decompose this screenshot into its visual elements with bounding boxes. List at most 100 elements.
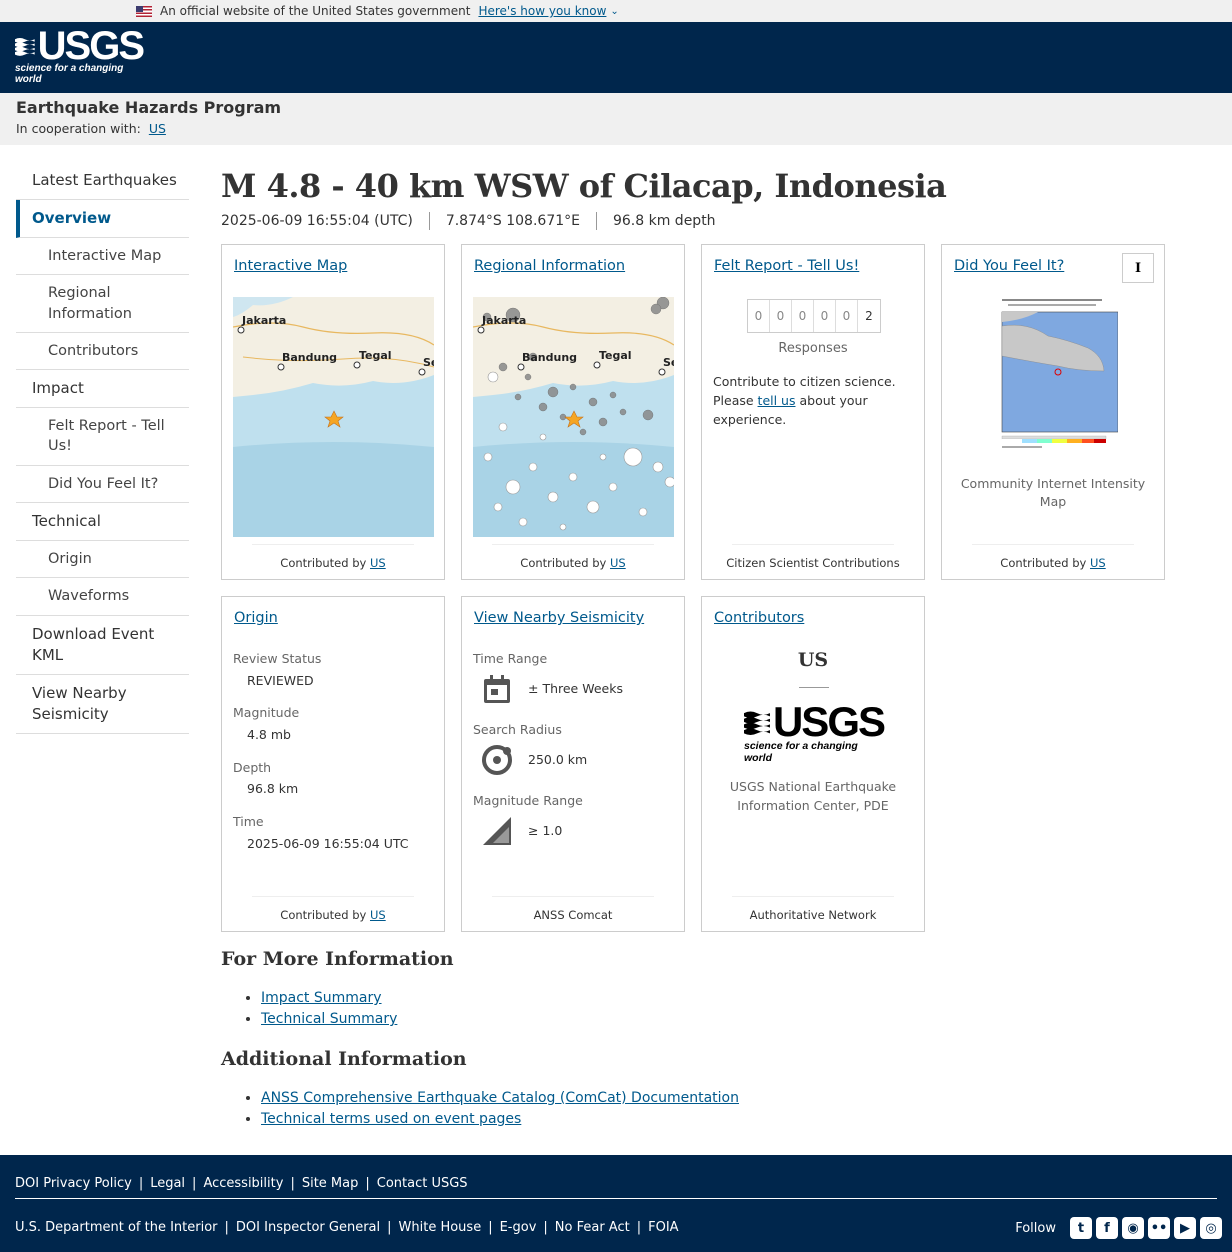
list-item: ANSS Comprehensive Earthquake Catalog (C… <box>261 1088 1121 1109</box>
heres-how-you-know-link[interactable]: Here's how you know <box>478 4 606 18</box>
did-you-feel-it-link[interactable]: Did You Feel It? <box>954 258 1064 274</box>
sidebar-item-technical[interactable]: Technical <box>16 503 189 542</box>
additional-information-list: ANSS Comprehensive Earthquake Catalog (C… <box>261 1088 1121 1130</box>
felt-description: Contribute to citizen science. Please te… <box>713 374 896 427</box>
github-icon[interactable]: ◉ <box>1122 1217 1144 1239</box>
map-label-se: Se <box>663 356 674 369</box>
sidebar-item-regional-information[interactable]: Regional Information <box>16 275 189 333</box>
sidebar-item-impact[interactable]: Impact <box>16 370 189 409</box>
footer-link-legal[interactable]: Legal <box>150 1176 185 1191</box>
sidebar-item-overview[interactable]: Overview <box>16 200 189 238</box>
footer-link-accessibility[interactable]: Accessibility <box>203 1176 283 1191</box>
sidebar-item-latest-earthquakes[interactable]: Latest Earthquakes <box>16 162 189 200</box>
impact-summary-link[interactable]: Impact Summary <box>261 990 382 1006</box>
time-label: Time <box>233 814 264 829</box>
facebook-icon[interactable]: f <box>1096 1217 1118 1239</box>
more-information-list: Impact Summary Technical Summary <box>261 988 1121 1030</box>
more-information-section: For More Information Impact Summary Tech… <box>221 948 1121 1148</box>
usgs-wave-icon <box>15 38 35 56</box>
map-label-bandung: Bandung <box>282 351 337 364</box>
flickr-icon[interactable]: •• <box>1148 1217 1170 1239</box>
usgs-logo-word: USGS <box>37 24 145 68</box>
usgs-contributor-logo: USGS science for a changing world <box>744 701 886 764</box>
chevron-down-icon[interactable]: ⌄ <box>610 6 618 17</box>
card-footer: ANSS Comcat <box>462 896 684 922</box>
tell-us-link[interactable]: tell us <box>758 393 796 408</box>
youtube-icon[interactable]: ▶ <box>1174 1217 1196 1239</box>
counter-digit: 0 <box>836 300 858 332</box>
footer-links-secondary: U.S. Department of the Interior | DOI Ins… <box>15 1220 679 1235</box>
us-flag-icon <box>136 5 152 17</box>
footer-link-inspector-general[interactable]: DOI Inspector General <box>236 1220 380 1235</box>
footer-link-doi[interactable]: U.S. Department of the Interior <box>15 1220 218 1235</box>
felt-report-link[interactable]: Felt Report - Tell Us! <box>714 258 859 274</box>
counter-digit: 2 <box>865 309 873 323</box>
response-counter: 0 0 0 0 0 2 <box>747 299 881 333</box>
list-item: Impact Summary <box>261 988 1121 1009</box>
search-radius-label: Search Radius <box>473 722 562 737</box>
page-title: M 4.8 - 40 km WSW of Cilacap, Indonesia <box>221 167 947 205</box>
map-label-tegal: Tegal <box>359 349 392 362</box>
usgs-wave-icon <box>744 711 770 735</box>
card-did-you-feel-it: Did You Feel It? I Community Internet In… <box>941 244 1165 580</box>
regional-map-thumbnail[interactable]: Jakarta Bandung Tegal Se <box>473 297 674 537</box>
intensity-badge[interactable]: I <box>1122 253 1154 283</box>
usgs-logo-tagline: science for a changing world <box>15 63 124 85</box>
intensity-map-thumbnail[interactable] <box>988 296 1119 456</box>
cooperation-link-us[interactable]: US <box>149 121 166 136</box>
footer-link-site-map[interactable]: Site Map <box>302 1176 359 1191</box>
interactive-map-link[interactable]: Interactive Map <box>234 258 347 274</box>
footer-link-privacy[interactable]: DOI Privacy Policy <box>15 1176 132 1191</box>
sidebar-item-did-you-feel-it[interactable]: Did You Feel It? <box>16 466 189 504</box>
map-label-bandung: Bandung <box>522 351 577 364</box>
review-status-label: Review Status <box>233 651 322 666</box>
sidebar-item-contributors[interactable]: Contributors <box>16 333 189 371</box>
divider <box>799 687 829 688</box>
sidebar-nav: Latest Earthquakes Overview Interactive … <box>16 162 189 734</box>
card-nearby-seismicity: View Nearby Seismicity Time Range ± Thre… <box>461 596 685 932</box>
counter-digit: 0 <box>792 300 814 332</box>
magnitude-range-label: Magnitude Range <box>473 793 583 808</box>
comcat-documentation-link[interactable]: ANSS Comprehensive Earthquake Catalog (C… <box>261 1090 739 1106</box>
contributor-link[interactable]: US <box>610 556 626 570</box>
sidebar-item-interactive-map[interactable]: Interactive Map <box>16 238 189 276</box>
cooperation-label: In cooperation with: <box>16 121 141 136</box>
magnitude-value: 4.8 mb <box>247 727 291 742</box>
site-header: Earthquake Hazards Program In cooperatio… <box>0 93 1232 145</box>
main-content: M 4.8 - 40 km WSW of Cilacap, Indonesia … <box>221 162 1181 932</box>
twitter-icon[interactable]: t <box>1070 1217 1092 1239</box>
instagram-icon[interactable]: ◎ <box>1200 1217 1222 1239</box>
card-footer: Contributed by US <box>462 544 684 570</box>
sidebar-item-felt-report[interactable]: Felt Report - Tell Us! <box>16 408 189 466</box>
follow-label: Follow <box>1015 1220 1056 1236</box>
footer-link-egov[interactable]: E-gov <box>500 1220 537 1235</box>
usgs-logo[interactable]: USGS science for a changing world <box>15 24 145 85</box>
sidebar-item-origin[interactable]: Origin <box>16 541 189 579</box>
contributors-link[interactable]: Contributors <box>714 610 804 626</box>
counter-digit: 0 <box>770 300 792 332</box>
footer-link-foia[interactable]: FOIA <box>648 1220 678 1235</box>
technical-terms-link[interactable]: Technical terms used on event pages <box>261 1111 521 1127</box>
sidebar-item-nearby-seismicity[interactable]: View Nearby Seismicity <box>16 675 189 734</box>
origin-link[interactable]: Origin <box>234 610 278 626</box>
contributor-link[interactable]: US <box>1090 556 1106 570</box>
counter-digit: 0 <box>748 300 770 332</box>
footer-link-no-fear-act[interactable]: No Fear Act <box>555 1220 630 1235</box>
map-label-se: Se <box>423 356 434 369</box>
card-footer: Contributed by US <box>222 896 444 922</box>
footer-link-contact[interactable]: Contact USGS <box>377 1176 468 1191</box>
sidebar-item-download-kml[interactable]: Download Event KML <box>16 616 189 675</box>
depth-label: Depth <box>233 760 272 775</box>
event-summary: 2025-06-09 16:55:04 (UTC) 7.874°S 108.67… <box>221 210 1181 232</box>
more-information-heading: For More Information <box>221 948 454 970</box>
contributor-name: USGS National Earthquake Information Cen… <box>729 779 897 813</box>
footer-link-white-house[interactable]: White House <box>399 1220 482 1235</box>
contributor-link[interactable]: US <box>370 556 386 570</box>
nearby-seismicity-link[interactable]: View Nearby Seismicity <box>474 610 644 626</box>
site-title[interactable]: Earthquake Hazards Program <box>16 98 1232 117</box>
regional-information-link[interactable]: Regional Information <box>474 258 625 274</box>
interactive-map-thumbnail[interactable]: Jakarta Bandung Tegal Se <box>233 297 434 537</box>
sidebar-item-waveforms[interactable]: Waveforms <box>16 578 189 616</box>
contributor-link[interactable]: US <box>370 908 386 922</box>
technical-summary-link[interactable]: Technical Summary <box>261 1011 397 1027</box>
